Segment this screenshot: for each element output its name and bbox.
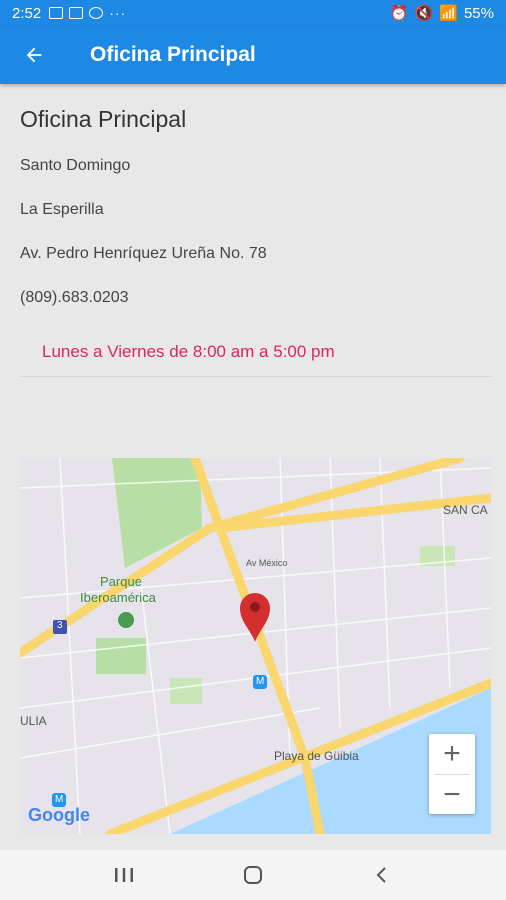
map-label-street: Av México <box>246 558 288 568</box>
office-city: Santo Domingo <box>20 157 131 174</box>
arrow-back-icon <box>26 47 42 63</box>
status-time: 2:52 <box>12 4 42 22</box>
system-nav-bar <box>0 850 506 900</box>
map-label-julia: ULIA <box>20 714 47 728</box>
map-label-park-name: Iberoamérica <box>80 590 156 605</box>
home-icon <box>243 866 262 884</box>
home-button[interactable] <box>223 850 283 900</box>
map-label-beach: Playa de Güibia <box>274 749 359 763</box>
map-label-metro: M <box>256 676 265 687</box>
map-park <box>96 638 146 674</box>
divider <box>20 376 492 377</box>
map-label-san-carlos: SAN CA <box>443 503 488 517</box>
office-phone[interactable]: (809).683.0203 <box>20 289 129 307</box>
back-button[interactable] <box>0 26 68 84</box>
office-hours: Lunes a Viernes de 8:00 am a 5:00 pm <box>42 342 335 361</box>
office-sector: La Esperilla <box>20 201 104 218</box>
back-nav-button[interactable] <box>352 850 412 900</box>
page-title: Oficina Principal <box>90 43 256 66</box>
message-icon <box>69 7 84 19</box>
map-label-park: Parque <box>100 574 142 589</box>
map-canvas <box>20 458 491 834</box>
system-icons: ⏰ 🔇 📶 55% <box>389 4 494 23</box>
more-dots-icon: ··· <box>109 5 127 21</box>
map-park <box>170 678 202 704</box>
whatsapp-icon <box>89 7 104 19</box>
office-address: Av. Pedro Henríquez Ureña No. 78 <box>20 245 267 262</box>
zoom-in-button[interactable]: + <box>429 734 475 774</box>
google-logo: Google <box>28 805 90 825</box>
map-label-metro: M <box>55 794 64 805</box>
wifi-icon: 📶 <box>439 5 458 22</box>
park-poi-icon <box>118 612 134 628</box>
chevron-left-icon <box>376 867 386 883</box>
app-bar: Oficina Principal <box>0 26 506 84</box>
office-name: Oficina Principal <box>20 106 187 132</box>
map-park <box>112 458 202 568</box>
image-icon <box>49 7 64 19</box>
zoom-controls: + − <box>429 734 475 814</box>
notification-icons: ··· <box>49 5 126 21</box>
alarm-icon: ⏰ <box>389 5 409 22</box>
map-label-route: 3 <box>57 620 63 631</box>
battery-label: 55% <box>463 4 494 22</box>
recent-apps-button[interactable] <box>94 850 154 900</box>
status-bar: 2:52 ··· ⏰ 🔇 📶 55% <box>0 0 506 26</box>
mute-icon: 🔇 <box>414 5 434 22</box>
map-view[interactable]: Parque Iberoamérica Av México Playa de G… <box>20 458 491 834</box>
recent-apps-icon <box>115 868 134 882</box>
zoom-out-button[interactable]: − <box>429 775 475 815</box>
